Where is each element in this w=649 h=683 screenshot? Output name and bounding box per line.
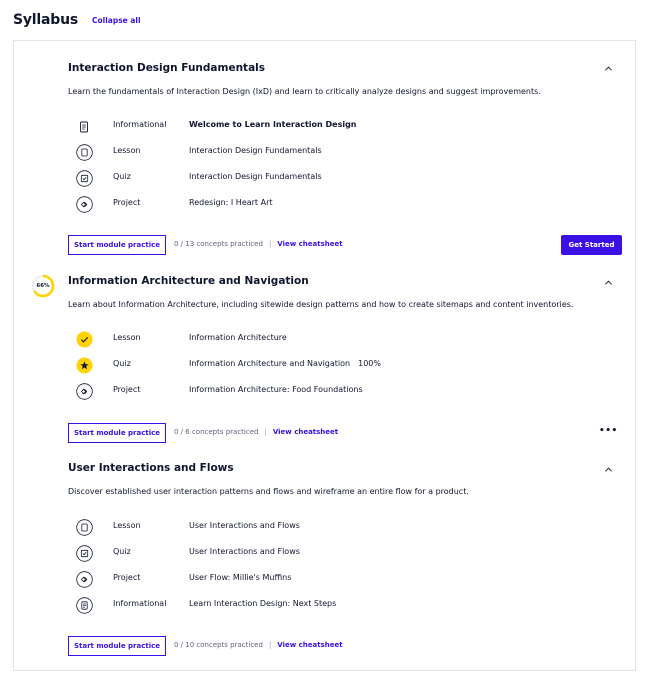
item-name: Learn Interaction Design: Next Steps [189,599,337,608]
item-name: Redesign: I Heart Art [189,198,273,207]
item-name: Interaction Design Fundamentals [189,146,322,155]
item-type: Lesson [113,521,141,530]
separator: | [264,428,267,436]
item-name: Interaction Design Fundamentals [189,172,322,181]
module-description: Learn the fundamentals of Interaction De… [68,87,541,96]
item-type: Quiz [113,172,131,181]
concepts-practiced: 0 / 13 concepts practiced [174,240,263,248]
item-name-text: Information Architecture and Navigation [189,359,351,368]
module-title[interactable]: Information Architecture and Navigation [68,275,309,287]
item-name: User Interactions and Flows [189,547,300,556]
project-icon [76,196,93,213]
item-name: User Interactions and Flows [189,521,300,530]
practice-info: 0 / 10 concepts practiced | View cheatshee… [174,641,343,649]
item-name: Welcome to Learn Interaction Design [189,120,357,129]
list-item[interactable]: Informational Welcome to Learn Interacti… [14,117,635,137]
get-started-button[interactable]: Get Started [561,235,622,255]
item-type: Lesson [113,146,141,155]
start-module-practice-button[interactable]: Start module practice [68,423,166,443]
view-cheatsheet-link[interactable]: View cheatsheet [273,428,338,436]
star-icon [76,357,93,374]
project-icon [76,383,93,400]
concepts-practiced: 0 / 10 concepts practiced [174,641,263,649]
list-item[interactable]: Lesson User Interactions and Flows [14,518,635,538]
item-type: Quiz [113,359,131,368]
list-item[interactable]: Project Redesign: I Heart Art [14,195,635,215]
view-cheatsheet-link[interactable]: View cheatsheet [277,240,342,248]
module-title[interactable]: Interaction Design Fundamentals [68,62,265,74]
item-type: Informational [113,599,167,608]
lesson-icon [76,519,93,536]
module-description: Discover established user interaction pa… [68,487,469,496]
item-type: Project [113,198,141,207]
quiz-icon [76,545,93,562]
list-item[interactable]: Project User Flow: Millie's Muffins [14,570,635,590]
separator: | [268,641,272,649]
list-item[interactable]: Quiz Interaction Design Fundamentals [14,169,635,189]
list-item[interactable]: Quiz Information Architecture and Naviga… [14,356,635,376]
separator: | [268,240,272,248]
item-name: Information Architecture: Food Foundatio… [189,385,363,394]
collapse-all-link[interactable]: Collapse all [92,16,141,25]
item-type: Quiz [113,547,131,556]
concepts-practiced: 0 / 6 concepts practiced [174,428,259,436]
chevron-up-icon[interactable] [604,64,613,73]
start-module-practice-button[interactable]: Start module practice [68,636,166,656]
view-cheatsheet-link[interactable]: View cheatsheet [277,641,342,649]
start-module-practice-button[interactable]: Start module practice [68,235,166,255]
item-name: Information Architecture [189,333,287,342]
item-name: Information Architecture and Navigation 1… [189,359,381,368]
module-description: Learn about Information Architecture, in… [68,300,574,309]
lesson-icon [76,144,93,161]
module-title[interactable]: User Interactions and Flows [68,462,234,474]
chevron-up-icon[interactable] [604,278,613,287]
progress-label: 66% [36,283,50,289]
list-item[interactable]: Quiz User Interactions and Flows [14,544,635,564]
progress-ring: 66% [31,274,55,298]
syllabus-card: Interaction Design Fundamentals Learn th… [13,40,636,671]
document-icon [76,118,93,135]
quiz-icon [76,170,93,187]
syllabus-header: Syllabus Collapse all [13,10,141,30]
quiz-score: 100% [358,359,381,368]
project-icon [76,571,93,588]
page-title: Syllabus [13,12,78,28]
item-type: Lesson [113,333,141,342]
chevron-up-icon[interactable] [604,465,613,474]
item-type: Informational [113,120,167,129]
list-item[interactable]: Informational Learn Interaction Design: … [14,596,635,616]
practice-info: 0 / 6 concepts practiced | View cheatsheet [174,428,338,436]
item-name: User Flow: Millie's Muffins [189,573,292,582]
practice-info: 0 / 13 concepts practiced | View cheatshee… [174,240,343,248]
list-item[interactable]: Lesson Information Architecture [14,330,635,350]
more-options-button[interactable]: ••• [599,426,618,436]
list-item[interactable]: Project Information Architecture: Food F… [14,382,635,402]
check-icon [76,331,93,348]
list-item[interactable]: Lesson Interaction Design Fundamentals [14,143,635,163]
item-type: Project [113,385,141,394]
document-icon [76,597,93,614]
item-type: Project [113,573,141,582]
